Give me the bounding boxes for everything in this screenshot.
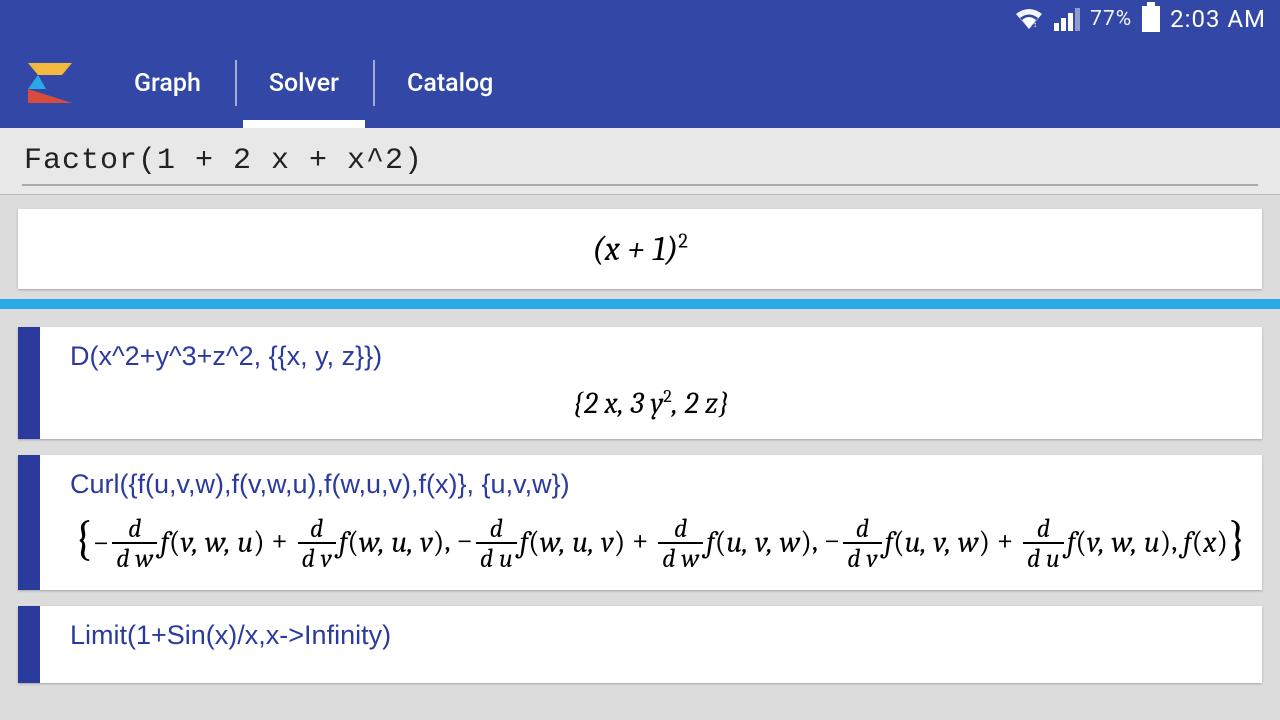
tab-solver[interactable]: Solver: [235, 38, 373, 128]
card-accent: [18, 327, 40, 439]
history-card[interactable]: Curl({f(u,v,w),f(v,w,u),f(w,u,v),f(x)}, …: [18, 455, 1262, 590]
history-output: {2 x, 3 y2, 2 z}: [70, 386, 1232, 421]
battery-icon: [1142, 6, 1160, 32]
expression-input[interactable]: Factor(1 + 2 x + x^2): [22, 140, 1258, 186]
tab-catalog[interactable]: Catalog: [373, 38, 527, 128]
tab-bar: Graph Solver Catalog: [100, 38, 527, 128]
history-input: Limit(1+Sin(x)/x,x->Infinity): [70, 620, 1232, 651]
android-status-bar: ↕ 77% 2:03 AM: [0, 0, 1280, 38]
tab-graph-label: Graph: [134, 69, 201, 98]
svg-text:↕: ↕: [1033, 20, 1038, 29]
input-area: Factor(1 + 2 x + x^2): [0, 128, 1280, 195]
history-list: D(x^2+y^3+z^2, {{x, y, z}}) {2 x, 3 y2, …: [0, 309, 1280, 683]
current-result: (x + 1)2: [18, 209, 1262, 289]
tab-graph[interactable]: Graph: [100, 38, 235, 128]
signal-icon: [1054, 7, 1082, 31]
app-logo-icon[interactable]: [10, 43, 90, 123]
content-area: Factor(1 + 2 x + x^2) (x + 1)2 D(x^2+y^3…: [0, 128, 1280, 683]
history-output: {−dd wf(v, w, u) + dd vf(w, u, v), −dd u…: [70, 514, 1232, 572]
wifi-icon: ↕: [1014, 7, 1044, 31]
result-separator: [0, 299, 1280, 309]
tab-catalog-label: Catalog: [407, 69, 493, 98]
history-card[interactable]: Limit(1+Sin(x)/x,x->Infinity): [18, 606, 1262, 683]
history-input: D(x^2+y^3+z^2, {{x, y, z}}): [70, 341, 1232, 372]
history-input: Curl({f(u,v,w),f(v,w,u),f(w,u,v),f(x)}, …: [70, 469, 1232, 500]
tab-solver-label: Solver: [269, 69, 339, 98]
clock: 2:03 AM: [1170, 5, 1266, 33]
battery-percent: 77%: [1090, 7, 1132, 31]
history-card[interactable]: D(x^2+y^3+z^2, {{x, y, z}}) {2 x, 3 y2, …: [18, 327, 1262, 439]
current-result-card[interactable]: (x + 1)2: [18, 209, 1262, 289]
app-bar: Graph Solver Catalog: [0, 38, 1280, 128]
card-accent: [18, 455, 40, 590]
card-accent: [18, 606, 40, 683]
